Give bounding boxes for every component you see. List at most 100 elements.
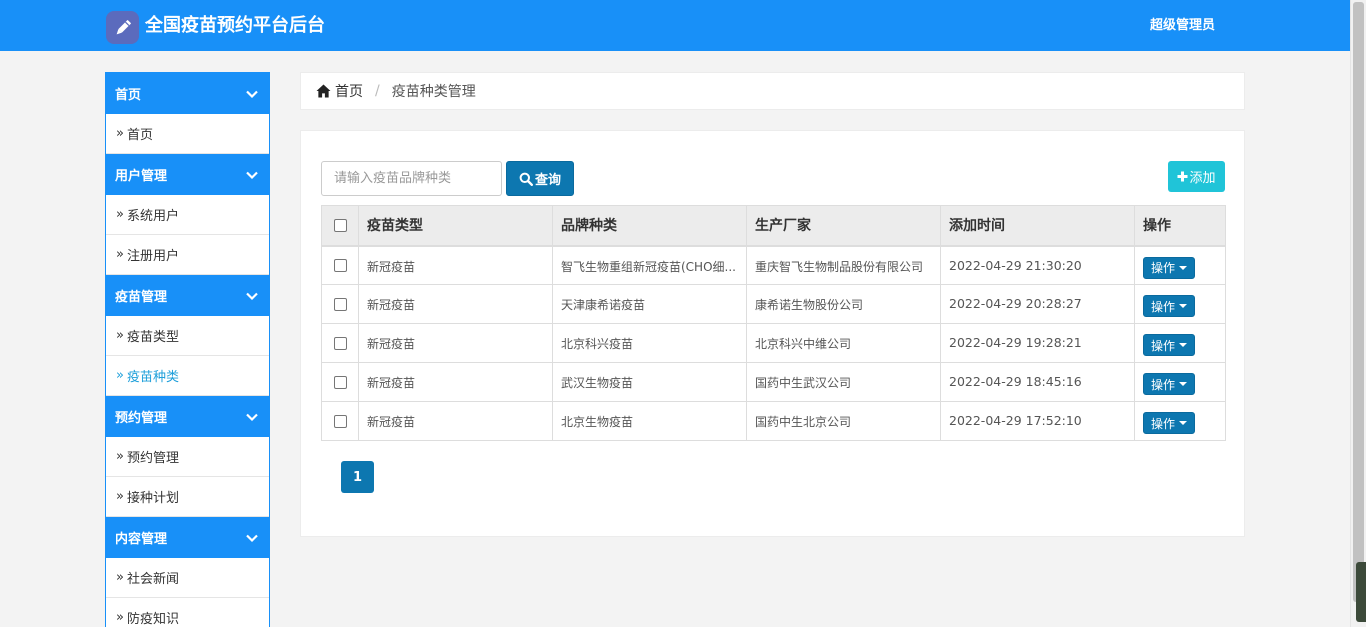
cell-action: 操作: [1134, 284, 1226, 324]
double-chevron-right-icon: »: [116, 610, 124, 625]
table-row: 新冠疫苗 天津康希诺疫苗 康希诺生物股份公司 2022-04-29 20:28:…: [321, 284, 1226, 324]
sidebar-item-label: 防疫知识: [126, 612, 179, 627]
cell-action: 操作: [1134, 245, 1226, 285]
sidebar-group-label: 预约管理: [115, 411, 168, 426]
row-select-cell: [321, 284, 359, 324]
sidebar-item-label: 接种计划: [126, 491, 179, 506]
cell-brand: 天津康希诺疫苗: [552, 284, 747, 324]
cell-type: 新冠疫苗: [358, 245, 553, 285]
sidebar-item-label: 系统用户: [126, 209, 179, 224]
row-checkbox[interactable]: [333, 298, 347, 311]
sidebar-item-appointments[interactable]: » 预约管理: [106, 437, 269, 477]
double-chevron-right-icon: »: [116, 328, 124, 343]
sidebar-group-appointments[interactable]: 预约管理: [106, 396, 269, 437]
sidebar-group-home[interactable]: 首页: [106, 73, 269, 114]
table-row: 新冠疫苗 智飞生物重组新冠疫苗(CHO细... 重庆智飞生物制品股份有限公司 2…: [321, 245, 1226, 285]
row-checkbox[interactable]: [333, 376, 347, 389]
top-header: 全国疫苗预约平台后台 超级管理员: [0, 0, 1350, 51]
sidebar-item-label: 疫苗类型: [126, 330, 179, 345]
sidebar-item-label: 首页: [126, 128, 153, 143]
sidebar-group-label: 疫苗管理: [115, 290, 168, 305]
action-dropdown-button[interactable]: 操作: [1143, 334, 1196, 356]
action-dropdown-button[interactable]: 操作: [1143, 373, 1196, 395]
sidebar-item-vaccine-types[interactable]: » 疫苗类型: [106, 316, 269, 356]
table-row: 新冠疫苗 北京生物疫苗 国药中生北京公司 2022-04-29 17:52:10…: [321, 401, 1226, 441]
side-widget: [1356, 562, 1366, 622]
sidebar-item-registered-users[interactable]: » 注册用户: [106, 235, 269, 275]
chevron-down-icon: [246, 292, 258, 300]
cell-time: 2022-04-29 21:30:20: [940, 245, 1135, 285]
select-all-cell: [321, 205, 359, 247]
cell-action: 操作: [1134, 362, 1226, 402]
action-dropdown-button[interactable]: 操作: [1143, 256, 1196, 279]
caret-down-icon: [1179, 382, 1188, 386]
cell-maker: 重庆智飞生物制品股份有限公司: [746, 245, 941, 285]
content-panel: 查询 添加 疫苗类型 品牌种类 生产厂家 添加时间 操作 新冠疫苗: [300, 130, 1245, 537]
sidebar-group-label: 首页: [115, 88, 142, 103]
double-chevron-right-icon: »: [116, 570, 124, 585]
select-all-checkbox[interactable]: [333, 218, 347, 232]
double-chevron-right-icon: »: [116, 126, 124, 141]
sidebar-group-content[interactable]: 内容管理: [106, 517, 269, 558]
row-checkbox[interactable]: [333, 337, 347, 350]
double-chevron-right-icon: »: [116, 207, 124, 222]
action-dropdown-button[interactable]: 操作: [1143, 295, 1196, 317]
sidebar-item-prevention-knowledge[interactable]: » 防疫知识: [106, 598, 269, 627]
sidebar-item-vaccine-brands[interactable]: » 疫苗种类: [106, 356, 269, 396]
chevron-down-icon: [246, 171, 258, 179]
chevron-down-icon: [246, 90, 258, 98]
cell-time: 2022-04-29 17:52:10: [940, 401, 1135, 441]
app-title: 全国疫苗预约平台后台: [145, 15, 325, 36]
cell-maker: 国药中生北京公司: [746, 401, 941, 441]
caret-down-icon: [1179, 421, 1188, 425]
table-header-row: 疫苗类型 品牌种类 生产厂家 添加时间 操作: [321, 205, 1226, 247]
search-input[interactable]: [321, 161, 502, 196]
action-dropdown-button[interactable]: 操作: [1143, 412, 1196, 434]
double-chevron-right-icon: »: [116, 247, 124, 262]
sidebar-group-vaccines[interactable]: 疫苗管理: [106, 275, 269, 316]
cell-type: 新冠疫苗: [358, 323, 553, 363]
action-label: 操作: [1151, 261, 1176, 275]
search-button[interactable]: 查询: [506, 161, 574, 196]
table-row: 新冠疫苗 北京科兴疫苗 北京科兴中维公司 2022-04-29 19:28:21…: [321, 323, 1226, 363]
cell-time: 2022-04-29 19:28:21: [940, 323, 1135, 363]
caret-down-icon: [1179, 343, 1188, 347]
row-select-cell: [321, 401, 359, 441]
sidebar-item-label: 预约管理: [126, 451, 179, 466]
sidebar-item-social-news[interactable]: » 社会新闻: [106, 558, 269, 598]
vaccine-brand-table: 疫苗类型 品牌种类 生产厂家 添加时间 操作 新冠疫苗 智飞生物重组新冠疫苗(C…: [321, 205, 1226, 441]
pencil-icon: [106, 11, 139, 44]
sidebar-item-home[interactable]: » 首页: [106, 114, 269, 154]
column-header-action: 操作: [1134, 205, 1226, 247]
cell-brand: 北京生物疫苗: [552, 401, 747, 441]
breadcrumb-home-link[interactable]: 首页: [335, 81, 363, 101]
row-checkbox[interactable]: [333, 415, 347, 428]
action-label: 操作: [1151, 299, 1176, 314]
sidebar-item-system-users[interactable]: » 系统用户: [106, 195, 269, 235]
column-header-maker: 生产厂家: [746, 205, 941, 247]
action-label: 操作: [1151, 416, 1176, 431]
action-label: 操作: [1151, 377, 1176, 392]
chevron-down-icon: [246, 413, 258, 421]
action-label: 操作: [1151, 338, 1176, 353]
breadcrumb: 首页 / 疫苗种类管理: [300, 72, 1245, 110]
page-scrollbar[interactable]: [1350, 0, 1366, 627]
table-row: 新冠疫苗 武汉生物疫苗 国药中生武汉公司 2022-04-29 18:45:16…: [321, 362, 1226, 402]
cell-brand: 武汉生物疫苗: [552, 362, 747, 402]
add-button[interactable]: 添加: [1168, 161, 1225, 192]
sidebar-item-vaccination-plan[interactable]: » 接种计划: [106, 477, 269, 517]
scrollbar-thumb[interactable]: [1353, 2, 1364, 602]
caret-down-icon: [1179, 265, 1188, 270]
add-button-label: 添加: [1189, 171, 1216, 186]
breadcrumb-current: 疫苗种类管理: [391, 84, 476, 100]
row-checkbox[interactable]: [333, 259, 347, 273]
column-header-time: 添加时间: [940, 205, 1135, 247]
search-button-label: 查询: [534, 173, 561, 188]
cell-action: 操作: [1134, 401, 1226, 441]
sidebar-group-users[interactable]: 用户管理: [106, 154, 269, 195]
pagination-page-button[interactable]: 1: [341, 461, 374, 493]
cell-action: 操作: [1134, 323, 1226, 363]
sidebar-item-label: 注册用户: [126, 249, 179, 264]
cell-time: 2022-04-29 20:28:27: [940, 284, 1135, 324]
user-menu[interactable]: 超级管理员: [1150, 17, 1215, 35]
